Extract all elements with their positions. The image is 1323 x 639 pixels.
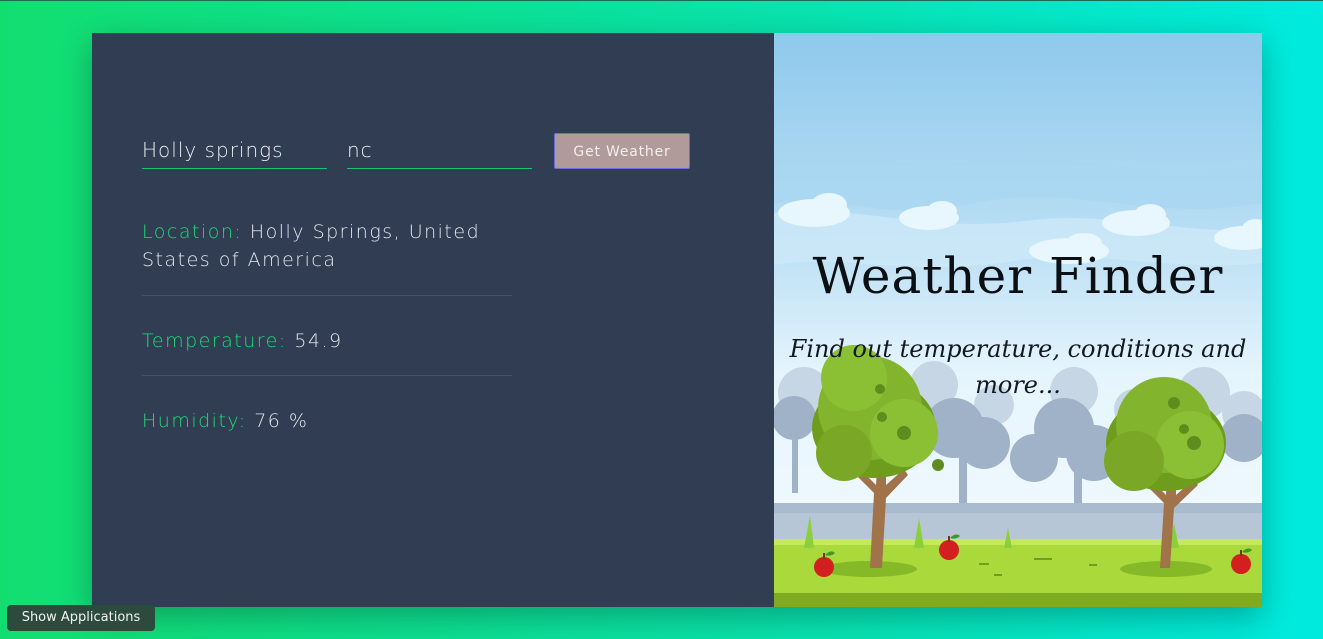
temperature-info: Temperature: 54.9 (142, 327, 512, 355)
city-input[interactable]: Holly springs (142, 133, 327, 169)
divider (142, 295, 512, 296)
form-panel: Holly springs nc Get Weather Location: H… (92, 33, 774, 607)
humidity-label: Humidity: (142, 410, 247, 432)
country-input[interactable]: nc (347, 133, 532, 169)
orchard-illustration (774, 33, 1262, 607)
humidity-info: Humidity: 76 % (142, 407, 512, 435)
temperature-value: 54.9 (294, 330, 343, 352)
app-title: Weather Finder (812, 247, 1224, 305)
show-applications-button[interactable]: Show Applications (7, 605, 155, 631)
location-label: Location: (142, 221, 243, 243)
app-subtitle: Find out temperature, conditions and mor… (789, 335, 1247, 399)
get-weather-button[interactable]: Get Weather (554, 133, 690, 169)
hero-panel: Weather Finder Find out temperature, con… (774, 33, 1262, 607)
temperature-label: Temperature: (142, 330, 287, 352)
weather-card: Holly springs nc Get Weather Location: H… (92, 33, 1262, 607)
divider (142, 375, 512, 376)
humidity-value: 76 % (254, 410, 309, 432)
location-info: Location: Holly Springs, United States o… (142, 218, 512, 274)
top-border (0, 0, 1323, 1)
